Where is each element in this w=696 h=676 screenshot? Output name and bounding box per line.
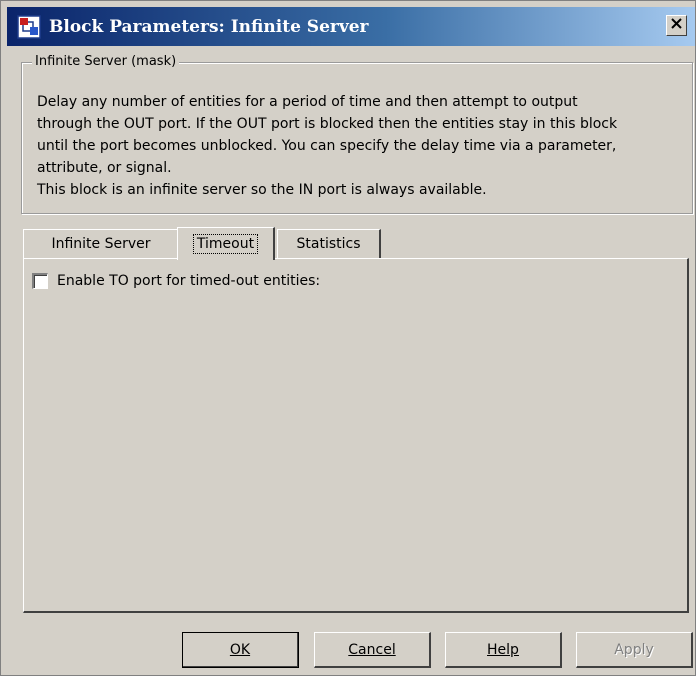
tab-label: Timeout: [192, 234, 259, 254]
title-bar[interactable]: Block Parameters: Infinite Server: [7, 7, 695, 46]
tab-label: Statistics: [296, 236, 361, 252]
close-icon: [671, 18, 682, 33]
enable-to-port-checkbox[interactable]: [32, 273, 48, 289]
mask-groupbox: Infinite Server (mask) Delay any number …: [21, 54, 693, 214]
timeout-tab-panel: Enable TO port for timed-out entities:: [23, 258, 689, 613]
groupbox-legend: Infinite Server (mask): [32, 54, 180, 70]
tab-statistics[interactable]: Statistics: [277, 229, 381, 258]
ok-label: OK: [229, 641, 251, 658]
tab-infinite-server[interactable]: Infinite Server: [23, 229, 178, 258]
apply-label: Apply: [614, 641, 654, 658]
apply-button[interactable]: Apply: [576, 632, 693, 668]
help-label: Help: [487, 641, 519, 658]
cancel-label: Cancel: [348, 641, 396, 658]
help-button[interactable]: Help: [445, 632, 562, 668]
close-button[interactable]: [666, 15, 687, 36]
tab-timeout[interactable]: Timeout: [177, 227, 275, 260]
tab-label: Infinite Server: [51, 236, 151, 252]
window-title: Block Parameters: Infinite Server: [49, 16, 369, 37]
dialog-window: Block Parameters: Infinite Server Infini…: [0, 0, 696, 676]
cancel-button[interactable]: Cancel: [314, 632, 431, 668]
enable-to-port-label: Enable TO port for timed-out entities:: [57, 273, 321, 289]
enable-to-port-option[interactable]: Enable TO port for timed-out entities:: [32, 273, 320, 289]
ok-button[interactable]: OK: [182, 632, 299, 668]
block-description: Delay any number of entities for a perio…: [37, 94, 618, 198]
simulink-block-icon[interactable]: [17, 14, 41, 39]
